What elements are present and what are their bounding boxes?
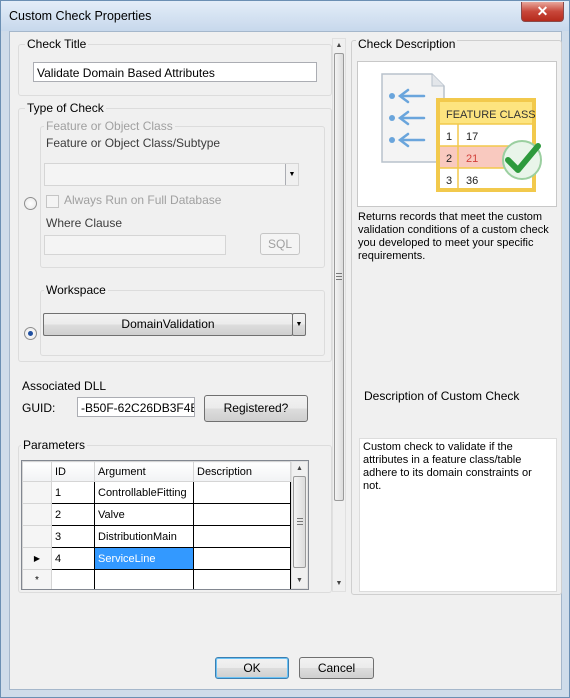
parameters-group: Parameters ID Argument Description 1 Con… (18, 438, 332, 593)
cell-argument[interactable]: Valve (94, 503, 194, 526)
workspace-dropdown-icon[interactable]: ▼ (292, 313, 306, 336)
cell-id[interactable]: 1 (51, 481, 95, 504)
associated-dll-group: Associated DLL GUID: -B50F-62C26DB3F4E7}… (18, 379, 332, 437)
left-panel: Check Title Validate Domain Based Attrib… (18, 37, 332, 596)
check-description-text: Returns records that meet the custom val… (358, 211, 549, 262)
cell-argument[interactable] (94, 569, 194, 589)
feature-class-radio[interactable] (24, 197, 37, 210)
cell-id[interactable] (51, 569, 95, 589)
scroll-up-icon[interactable]: ▲ (292, 462, 307, 476)
close-button[interactable]: ✕ (521, 2, 564, 22)
right-panel: Check Description FEATURE CLASS 1 17 2 2… (351, 37, 562, 595)
illustration-header-text: FEATURE CLASS (446, 109, 536, 121)
custom-description-textarea[interactable]: Custom check to validate if the attribut… (359, 438, 557, 592)
type-of-check-label: Type of Check (25, 101, 106, 115)
dialog-client-area: Check Title Validate Domain Based Attrib… (9, 31, 562, 690)
scrollbar-thumb[interactable] (334, 53, 344, 501)
cancel-button[interactable]: Cancel (299, 657, 374, 679)
column-header-description[interactable]: Description (193, 461, 291, 482)
illustration-row1-id: 1 (446, 131, 452, 143)
row-header[interactable] (22, 525, 52, 548)
illustration-row1-val: 17 (466, 131, 478, 143)
window-title: Custom Check Properties (9, 9, 152, 23)
cell-argument[interactable]: ControllableFitting (94, 481, 194, 504)
illustration-row2-val: 21 (466, 153, 478, 165)
where-clause-label: Where Clause (46, 216, 123, 230)
check-description-label: Check Description (356, 37, 458, 51)
scrollbar-thumb[interactable] (293, 476, 306, 568)
radio-selected-dot (28, 331, 33, 336)
guid-input[interactable]: -B50F-62C26DB3F4E7} (77, 397, 195, 417)
feature-class-illustration: FEATURE CLASS 1 17 2 21 3 36 (381, 73, 542, 192)
guid-label: GUID: (20, 401, 58, 415)
workspace-group: Workspace DomainValidation ▼ (40, 283, 325, 356)
chevron-down-icon[interactable]: ▼ (285, 164, 298, 185)
row-header-corner (22, 461, 52, 482)
illustration-row3-val: 36 (466, 175, 478, 187)
workspace-combo[interactable]: DomainValidation (43, 313, 293, 336)
scroll-down-icon[interactable]: ▼ (333, 577, 345, 591)
workspace-radio[interactable] (24, 327, 37, 340)
ok-button[interactable]: OK (215, 657, 289, 679)
column-header-argument[interactable]: Argument (94, 461, 194, 482)
feature-subtype-combo[interactable]: ▼ (44, 163, 299, 186)
table-row[interactable]: 3 DistributionMain (22, 525, 291, 548)
custom-description-label: Description of Custom Check (364, 389, 520, 403)
scroll-up-icon[interactable]: ▲ (333, 39, 345, 53)
illustration-row2-id: 2 (446, 153, 452, 165)
cell-description[interactable] (193, 569, 291, 589)
always-run-checkbox[interactable] (46, 195, 59, 208)
row-header[interactable] (22, 503, 52, 526)
type-of-check-group: Type of Check Feature or Object Class Fe… (18, 101, 332, 362)
table-header-row: ID Argument Description (22, 461, 291, 482)
table-row[interactable]: 1 ControllableFitting (22, 481, 291, 504)
feature-class-group: Feature or Object Class Feature or Objec… (40, 119, 325, 268)
table-row[interactable]: ▶ 4 ServiceLine (22, 547, 291, 570)
check-title-group: Check Title Validate Domain Based Attrib… (18, 37, 332, 96)
check-illustration: FEATURE CLASS 1 17 2 21 3 36 (357, 61, 557, 207)
title-bar[interactable]: Custom Check Properties ✕ (1, 1, 569, 31)
check-title-label: Check Title (25, 37, 89, 51)
sql-button[interactable]: SQL (260, 233, 300, 255)
scroll-down-icon[interactable]: ▼ (292, 574, 307, 588)
dialog-window: Custom Check Properties ✕ Check Title Va… (0, 0, 570, 698)
cell-description[interactable] (193, 503, 291, 526)
registered-button[interactable]: Registered? (204, 395, 308, 422)
cell-description[interactable] (193, 525, 291, 548)
check-title-input[interactable]: Validate Domain Based Attributes (33, 62, 317, 82)
table-new-row[interactable]: * (22, 569, 291, 589)
panel-scrollbar[interactable]: ▲ ▼ (332, 38, 346, 592)
feature-subtype-label: Feature or Object Class/Subtype (46, 136, 221, 150)
cell-id[interactable]: 4 (51, 547, 95, 570)
cell-argument[interactable]: DistributionMain (94, 525, 194, 548)
illustration-row3-id: 3 (446, 175, 452, 187)
associated-dll-label: Associated DLL (20, 379, 109, 393)
feature-class-group-label: Feature or Object Class (44, 119, 175, 133)
parameters-table: ID Argument Description 1 ControllableFi… (22, 461, 291, 589)
workspace-label: Workspace (44, 283, 108, 297)
where-clause-input[interactable] (44, 235, 226, 255)
column-header-id[interactable]: ID (51, 461, 95, 482)
always-run-label: Always Run on Full Database (64, 193, 222, 207)
cell-description[interactable] (193, 547, 291, 570)
cell-description[interactable] (193, 481, 291, 504)
new-row-marker[interactable]: * (22, 569, 52, 589)
cell-argument-selected[interactable]: ServiceLine (94, 547, 194, 570)
cell-id[interactable]: 2 (51, 503, 95, 526)
parameters-label: Parameters (21, 438, 88, 452)
table-row[interactable]: 2 Valve (22, 503, 291, 526)
cell-id[interactable]: 3 (51, 525, 95, 548)
current-row-arrow-icon[interactable]: ▶ (22, 547, 52, 570)
row-header[interactable] (22, 481, 52, 504)
parameters-grid[interactable]: ID Argument Description 1 ControllableFi… (21, 460, 309, 590)
parameters-scrollbar[interactable]: ▲ ▼ (291, 461, 308, 589)
